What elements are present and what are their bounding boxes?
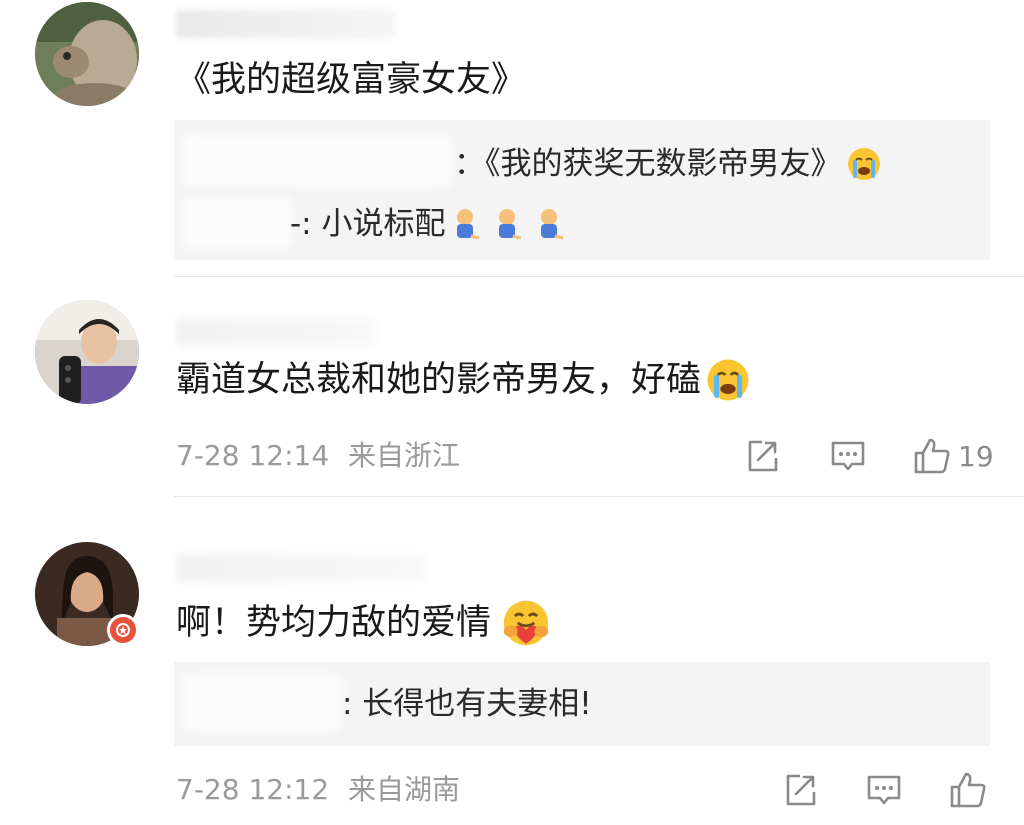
comment-item: 《我的超级富豪女友》 ：《我的获奖无数影帝男友》 -: 小说标配 bbox=[0, 0, 1024, 270]
comment-text-content: 《我的超级富豪女友》 bbox=[176, 60, 527, 100]
avatar[interactable] bbox=[35, 2, 139, 106]
hugging-face-emoji bbox=[501, 598, 551, 648]
reply-box[interactable]: : 长得也有夫妻相! bbox=[174, 662, 990, 746]
reply-box[interactable]: ：《我的获奖无数影帝男友》 -: 小说标配 bbox=[174, 120, 990, 260]
like-button[interactable] bbox=[948, 768, 988, 812]
kneeling-person-emoji bbox=[451, 206, 571, 242]
thumbs-up-icon bbox=[950, 772, 986, 808]
reply-text: : 长得也有夫妻相! bbox=[342, 686, 592, 722]
reply-text: ：《我的获奖无数影帝男友》 bbox=[454, 146, 842, 182]
avatar[interactable] bbox=[35, 300, 139, 404]
share-button[interactable] bbox=[744, 434, 780, 478]
comment-item: 啊！势均力敌的爱情 : 长得也有夫妻相! 7-28 12:12 来自湖南 bbox=[0, 540, 1024, 825]
username-blurred[interactable] bbox=[176, 554, 426, 582]
reply-username-blurred[interactable] bbox=[182, 674, 342, 732]
verified-badge-icon bbox=[107, 614, 139, 646]
like-button[interactable]: 19 bbox=[912, 434, 994, 478]
like-count: 19 bbox=[958, 439, 994, 473]
crying-face-emoji bbox=[846, 146, 882, 182]
reply-item: -: 小说标配 bbox=[290, 202, 571, 246]
reply-item: ：《我的获奖无数影帝男友》 bbox=[454, 142, 882, 186]
comment-text: 霸道女总裁和她的影帝男友，好磕 bbox=[176, 356, 751, 404]
reply-username-blurred[interactable] bbox=[182, 196, 292, 248]
reply-text: -: 小说标配 bbox=[290, 206, 446, 242]
comment-button[interactable] bbox=[866, 768, 902, 812]
comment-text-content: 啊！势均力敌的爱情 bbox=[176, 603, 492, 643]
username-blurred[interactable] bbox=[176, 10, 396, 38]
comment-icon bbox=[867, 775, 901, 805]
action-bar bbox=[0, 768, 1024, 812]
reply-item: : 长得也有夫妻相! bbox=[342, 682, 592, 726]
reply-username-blurred[interactable] bbox=[182, 134, 452, 188]
comment-text: 《我的超级富豪女友》 bbox=[176, 56, 526, 104]
crying-face-emoji bbox=[705, 357, 751, 403]
divider bbox=[174, 276, 1024, 277]
share-icon bbox=[748, 440, 778, 472]
share-button[interactable] bbox=[782, 768, 818, 812]
comment-text-content: 霸道女总裁和她的影帝男友，好磕 bbox=[176, 360, 702, 400]
share-icon bbox=[786, 774, 816, 806]
action-bar: 19 bbox=[0, 434, 1024, 478]
comment-item: 霸道女总裁和她的影帝男友，好磕 7-28 12:14 来自浙江 19 bbox=[0, 300, 1024, 490]
comment-button[interactable] bbox=[830, 434, 866, 478]
comment-text: 啊！势均力敌的爱情 bbox=[176, 598, 551, 648]
comment-icon bbox=[831, 441, 865, 471]
username-blurred[interactable] bbox=[176, 318, 376, 346]
thumbs-up-icon bbox=[914, 438, 950, 474]
divider bbox=[174, 496, 1024, 497]
